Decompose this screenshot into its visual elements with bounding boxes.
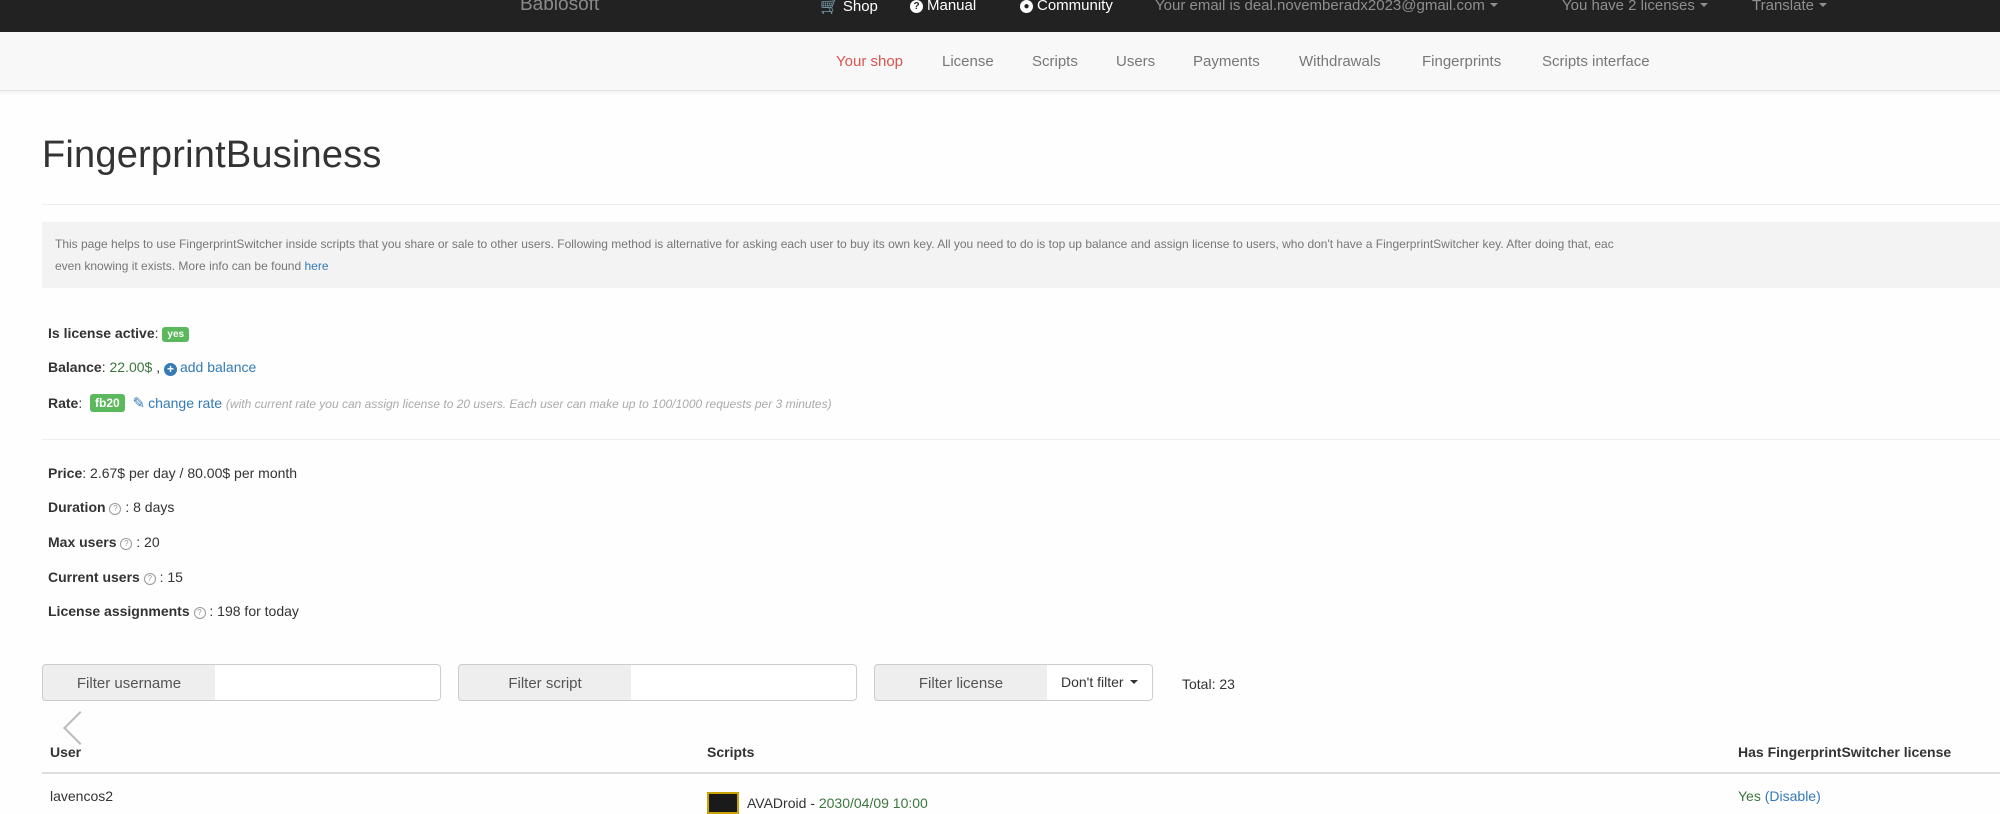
license-status: Yes (1738, 788, 1761, 804)
tab-scripts-interface[interactable]: Scripts interface (1542, 53, 1650, 70)
total-count: Total: 23 (1182, 676, 1235, 692)
translate-dropdown[interactable]: Translate (1752, 0, 1827, 14)
filter-username-label: Filter username (42, 664, 216, 701)
add-balance-link[interactable]: + add balance (163, 359, 257, 376)
info-text-line2: even knowing it exists. More info can be… (55, 255, 329, 277)
tab-fingerprints[interactable]: Fingerprints (1422, 53, 1501, 70)
max-users-label: Max users (48, 534, 117, 550)
licenses-dropdown[interactable]: You have 2 licenses (1562, 0, 1708, 14)
current-users-label: Current users (48, 569, 140, 585)
page-title: FingerprintBusiness (42, 134, 382, 176)
help-icon[interactable]: ? (193, 607, 206, 619)
email-label: Your email is deal.novemberadx2023@gmail… (1155, 0, 1485, 14)
column-header-scripts: Scripts (707, 744, 755, 760)
disable-license-link[interactable]: Disable (1769, 788, 1816, 804)
tab-users[interactable]: Users (1116, 53, 1155, 70)
change-rate-link[interactable]: ✎ change rate (132, 395, 223, 412)
divider (42, 439, 2000, 440)
chevron-left-icon[interactable] (63, 711, 97, 745)
change-rate-label: change rate (148, 395, 223, 411)
script-thumbnail (707, 792, 739, 814)
current-users-row: Current users ? : 15 (48, 569, 183, 585)
chevron-down-icon (1818, 3, 1827, 7)
tab-scripts[interactable]: Scripts (1032, 53, 1078, 70)
filter-license-dropdown[interactable]: Don't filter (1047, 664, 1153, 701)
info-here-link[interactable]: here (304, 259, 328, 273)
script-date: 2030/04/09 10:00 (818, 795, 928, 811)
rate-hint: (with current rate you can assign licens… (225, 397, 832, 411)
column-header-license: Has FingerprintSwitcher license (1738, 744, 1952, 760)
pencil-icon: ✎ (132, 395, 146, 412)
script-name[interactable]: AVADroid (747, 795, 806, 811)
nav-manual-label: Manual (927, 0, 977, 14)
table-cell-script: AVADroid - 2030/04/09 10:00 (707, 792, 928, 814)
rate-label: Rate (48, 395, 79, 411)
status-badge: yes (162, 327, 190, 342)
filter-license-dropdown-label: Don't filter (1061, 674, 1124, 690)
rate-row: Rate: fb20 ✎ change rate (with current ra… (48, 394, 832, 412)
tab-withdrawals[interactable]: Withdrawals (1299, 53, 1381, 70)
info-text: even knowing it exists. More info can be… (55, 259, 305, 273)
license-active-label: Is license active (48, 325, 155, 341)
table-header-divider (42, 772, 2000, 774)
filter-script-input[interactable] (631, 664, 857, 701)
help-icon[interactable]: ? (109, 503, 122, 515)
table-cell-user: lavencos2 (50, 788, 114, 804)
assignments-label: License assignments (48, 603, 190, 619)
rate-badge: fb20 (90, 394, 125, 412)
globe-icon: ● (1020, 0, 1033, 13)
question-icon: ? (910, 0, 923, 13)
sub-navbar: Your shop License Scripts Users Payments… (0, 32, 2000, 91)
table-cell-license: Yes (Disable) (1738, 788, 1821, 804)
max-users-value: : 20 (132, 534, 160, 550)
duration-row: Duration ? : 8 days (48, 499, 174, 515)
balance-row: Balance: 22.00$ , + add balance (48, 359, 257, 376)
balance-value: 22.00$ (109, 359, 153, 375)
tab-your-shop[interactable]: Your shop (836, 53, 903, 70)
filter-script-label: Filter script (458, 664, 632, 701)
chevron-down-icon (1699, 3, 1708, 7)
duration-value: : 8 days (121, 499, 175, 515)
email-dropdown[interactable]: Your email is deal.novemberadx2023@gmail… (1155, 0, 1498, 14)
nav-community[interactable]: ● Community (1020, 0, 1113, 14)
help-icon[interactable]: ? (120, 538, 133, 550)
chevron-down-icon (1129, 680, 1138, 684)
translate-label: Translate (1752, 0, 1814, 14)
info-box: This page helps to use FingerprintSwitch… (42, 222, 2000, 288)
license-active-row: Is license active: yes (48, 325, 190, 342)
top-navbar: Bablosoft 🛒 Shop ? Manual ● Community Your… (0, 0, 2000, 33)
nav-shop[interactable]: 🛒 Shop (820, 0, 878, 15)
assignments-value: : 198 for today (205, 603, 299, 619)
plus-circle-icon: + (163, 363, 177, 376)
licenses-label: You have 2 licenses (1562, 0, 1695, 14)
nav-manual[interactable]: ? Manual (910, 0, 976, 14)
filter-script-group: Filter script (458, 664, 857, 701)
duration-label: Duration (48, 499, 106, 515)
brand-logo[interactable]: Bablosoft (520, 0, 599, 16)
cart-icon: 🛒 (820, 0, 839, 15)
filter-license-group: Filter license Don't filter (874, 664, 1164, 701)
nav-community-label: Community (1037, 0, 1113, 14)
info-text-line1: This page helps to use FingerprintSwitch… (55, 237, 1614, 251)
nav-shop-label: Shop (842, 0, 878, 15)
chevron-down-icon (1489, 3, 1498, 7)
price-label: Price (48, 465, 83, 481)
divider (42, 204, 2000, 205)
add-balance-label: add balance (179, 359, 257, 375)
current-users-value: : 15 (155, 569, 183, 585)
filter-license-label: Filter license (874, 664, 1048, 701)
column-header-user: User (50, 744, 82, 760)
balance-label: Balance (48, 359, 102, 375)
filter-username-group: Filter username (42, 664, 441, 701)
price-row: Price: 2.67$ per day / 80.00$ per month (48, 465, 297, 481)
filter-username-input[interactable] (215, 664, 441, 701)
max-users-row: Max users ? : 20 (48, 534, 160, 550)
tab-payments[interactable]: Payments (1193, 53, 1260, 70)
tab-license[interactable]: License (942, 53, 994, 70)
assignments-row: License assignments ? : 198 for today (48, 603, 299, 619)
help-icon[interactable]: ? (143, 573, 156, 585)
price-value: : 2.67$ per day / 80.00$ per month (82, 465, 298, 481)
